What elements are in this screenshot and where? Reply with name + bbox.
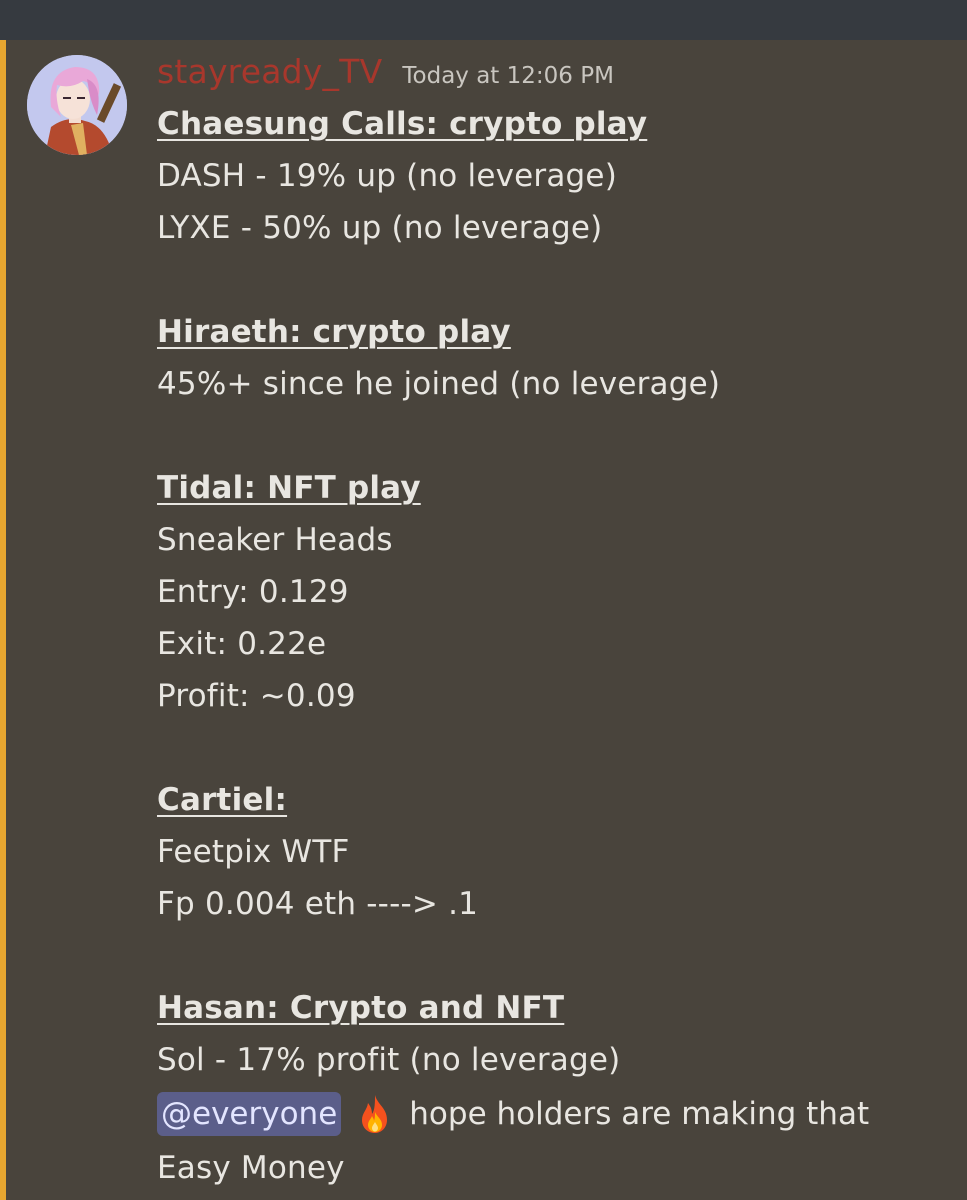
author-username[interactable]: stayready_TV bbox=[157, 52, 382, 91]
avatar[interactable] bbox=[27, 55, 127, 155]
message-line: Sneaker Heads bbox=[157, 522, 393, 558]
section-hasan: Hasan: Crypto and NFT Sol - 17% profit (… bbox=[157, 982, 957, 1086]
message-line: Fp 0.004 eth ----> .1 bbox=[157, 886, 479, 922]
section-heading: Tidal: NFT play bbox=[157, 470, 421, 506]
chat-message: stayready_TV Today at 12:06 PM Chaesung … bbox=[157, 52, 957, 1194]
closing-text: hope holders are making that bbox=[409, 1096, 870, 1132]
message-line: Feetpix WTF bbox=[157, 834, 350, 870]
mention-line: @everyone hope holders are making that bbox=[157, 1086, 957, 1142]
mention-highlight-stripe bbox=[0, 40, 6, 1200]
top-bar bbox=[0, 0, 967, 40]
section-heading: Cartiel: bbox=[157, 782, 288, 818]
section-chaesung: Chaesung Calls: crypto play DASH - 19% u… bbox=[157, 98, 957, 254]
message-line: Sol - 17% profit (no leverage) bbox=[157, 1042, 621, 1078]
fire-emoji-icon bbox=[353, 1092, 397, 1136]
avatar-image bbox=[27, 55, 127, 155]
everyone-mention[interactable]: @everyone bbox=[157, 1092, 342, 1136]
section-cartiel: Cartiel: Feetpix WTF Fp 0.004 eth ----> … bbox=[157, 774, 957, 930]
message-line: 45%+ since he joined (no leverage) bbox=[157, 366, 721, 402]
section-tidal: Tidal: NFT play Sneaker Heads Entry: 0.1… bbox=[157, 462, 957, 722]
section-hiraeth: Hiraeth: crypto play 45%+ since he joine… bbox=[157, 306, 957, 410]
section-heading: Hiraeth: crypto play bbox=[157, 314, 511, 350]
message-line: LYXE - 50% up (no leverage) bbox=[157, 210, 603, 246]
closing-text-line-2: Easy Money bbox=[157, 1150, 345, 1186]
message-header: stayready_TV Today at 12:06 PM bbox=[157, 52, 957, 98]
message-timestamp[interactable]: Today at 12:06 PM bbox=[402, 63, 614, 89]
message-line: Exit: 0.22e bbox=[157, 626, 327, 662]
section-heading: Hasan: Crypto and NFT bbox=[157, 990, 565, 1026]
message-line: DASH - 19% up (no leverage) bbox=[157, 158, 618, 194]
section-heading: Chaesung Calls: crypto play bbox=[157, 106, 648, 142]
message-line: Profit: ~0.09 bbox=[157, 678, 356, 714]
message-line: Entry: 0.129 bbox=[157, 574, 349, 610]
